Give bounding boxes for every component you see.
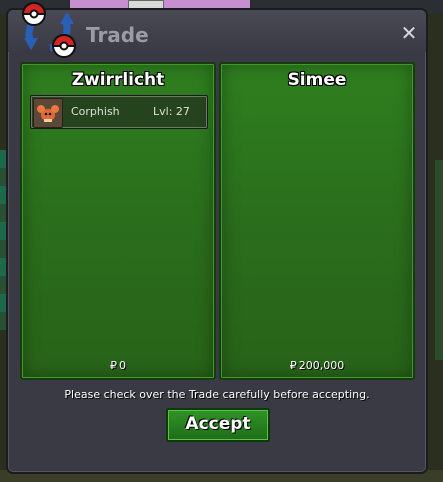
game-background-right	[435, 160, 443, 360]
money-offer: ₽0	[22, 359, 214, 372]
accept-button[interactable]: Accept	[166, 408, 270, 442]
trade-notice: Please check over the Trade carefully be…	[64, 388, 370, 401]
close-button[interactable]: ✕	[400, 23, 418, 43]
money-amount: 200,000	[298, 359, 345, 372]
trade-window: Trade ✕ Zwirrlicht Corphish Lvl: 27 ₽ 0 …	[6, 2, 428, 474]
trade-panel-self: Zwirrlicht Corphish Lvl: 27 ₽0	[20, 62, 216, 380]
pokedollar-symbol: ₽	[289, 359, 297, 372]
corphish-icon	[33, 98, 63, 128]
partner-name: Simee	[287, 70, 347, 90]
money-offer: ₽200,000	[221, 359, 413, 372]
trade-panel-partner: Simee ₽200,000	[219, 62, 415, 380]
window-title: Trade	[86, 23, 149, 47]
pokedollar-symbol: ₽	[110, 359, 117, 372]
pokemon-name: Corphish	[71, 105, 120, 118]
corphish-sprite	[37, 105, 59, 122]
player-name: Zwirrlicht	[71, 70, 165, 90]
pokemon-level: Lvl: 27	[153, 105, 190, 118]
trade-item-slot[interactable]: Corphish Lvl: 27	[30, 95, 208, 129]
money-amount: 0	[119, 359, 126, 372]
trade-icon	[21, 2, 77, 58]
